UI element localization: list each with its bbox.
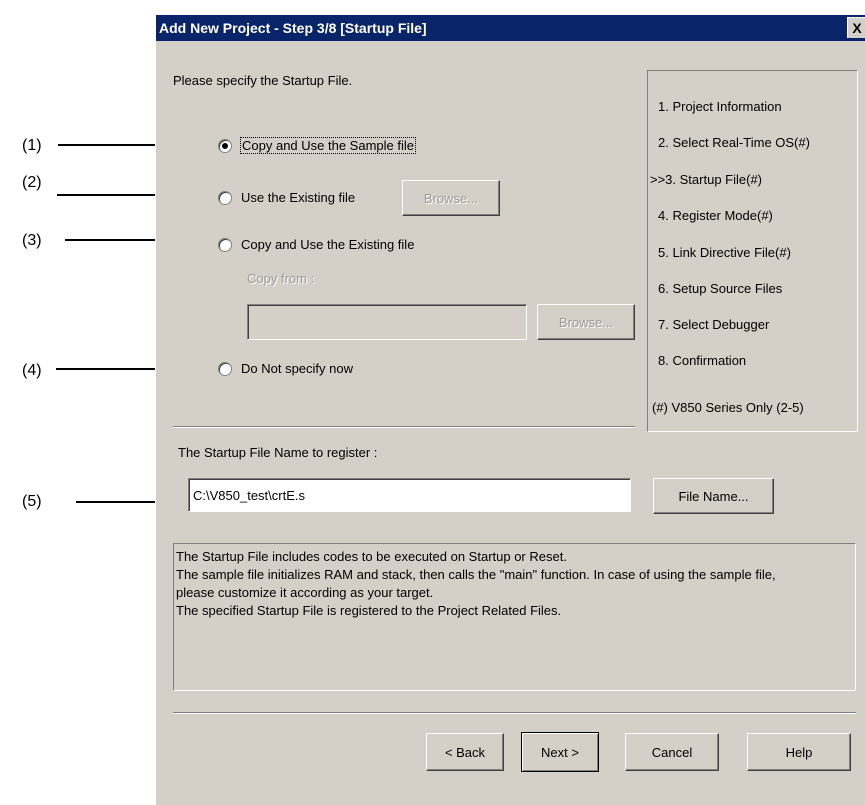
step-4: 4. Register Mode(#) (658, 208, 773, 223)
radio-not-specify[interactable]: Do Not specify now (218, 361, 353, 376)
file-name-button[interactable]: File Name... (653, 478, 774, 514)
help-button[interactable]: Help (747, 733, 851, 771)
instruction-text: Please specify the Startup File. (173, 73, 353, 88)
step-7: 7. Select Debugger (658, 317, 770, 332)
radio-copy-existing-label[interactable]: Copy and Use the Existing file (241, 237, 414, 252)
copy-from-field[interactable] (247, 304, 527, 340)
browse-existing-button[interactable]: Browse... (402, 180, 500, 216)
step-3-current: >>3. Startup File(#) (650, 172, 762, 187)
description-line: The sample file initializes RAM and stac… (176, 567, 776, 582)
separator-top (173, 426, 635, 428)
browse-copy-from-button[interactable]: Browse... (537, 304, 635, 340)
callout-2: (2) (22, 174, 42, 191)
close-button[interactable]: X (847, 17, 865, 38)
steps-panel: 1. Project Information 2. Select Real-Ti… (647, 70, 858, 432)
back-button[interactable]: < Back (426, 733, 504, 771)
step-6: 6. Setup Source Files (658, 281, 783, 296)
step-8: 8. Confirmation (658, 353, 747, 368)
radio-copy-sample[interactable]: Copy and Use the Sample file (218, 137, 416, 154)
callout-5: (5) (22, 493, 42, 510)
description-line: The Startup File includes codes to be ex… (176, 549, 567, 564)
radio-copy-existing-indicator[interactable] (218, 237, 232, 252)
separator-bottom (173, 712, 856, 714)
cancel-button[interactable]: Cancel (625, 733, 719, 771)
radio-not-specify-indicator[interactable] (218, 361, 232, 376)
next-button[interactable]: Next > (521, 732, 599, 772)
copy-from-label: Copy from : (247, 271, 315, 286)
callout-4: (4) (22, 362, 42, 379)
startup-name-input[interactable]: C:\V850_test\crtE.s (188, 478, 631, 512)
title-bar[interactable]: Add New Project - Step 3/8 [Startup File… (156, 15, 865, 41)
radio-not-specify-label[interactable]: Do Not specify now (241, 361, 353, 376)
radio-copy-existing[interactable]: Copy and Use the Existing file (218, 237, 414, 252)
dialog-title: Add New Project - Step 3/8 [Startup File… (159, 20, 427, 36)
step-5: 5. Link Directive File(#) (658, 245, 791, 260)
startup-name-label: The Startup File Name to register : (178, 445, 378, 460)
callout-1: (1) (22, 137, 42, 154)
step-2: 2. Select Real-Time OS(#) (658, 135, 810, 150)
radio-copy-sample-label[interactable]: Copy and Use the Sample file (240, 137, 416, 154)
radio-copy-sample-indicator[interactable] (218, 138, 232, 153)
description-box: The Startup File includes codes to be ex… (173, 543, 856, 691)
callout-3: (3) (22, 232, 42, 249)
add-new-project-dialog: Add New Project - Step 3/8 [Startup File… (155, 14, 865, 805)
description-line: The specified Startup File is registered… (176, 603, 562, 618)
radio-use-existing[interactable]: Use the Existing file (218, 190, 355, 205)
radio-use-existing-indicator[interactable] (218, 190, 232, 205)
steps-note: (#) V850 Series Only (2-5) (652, 400, 804, 415)
step-1: 1. Project Information (658, 99, 782, 114)
description-line: please customize it according as your ta… (176, 585, 434, 600)
radio-use-existing-label[interactable]: Use the Existing file (241, 190, 355, 205)
